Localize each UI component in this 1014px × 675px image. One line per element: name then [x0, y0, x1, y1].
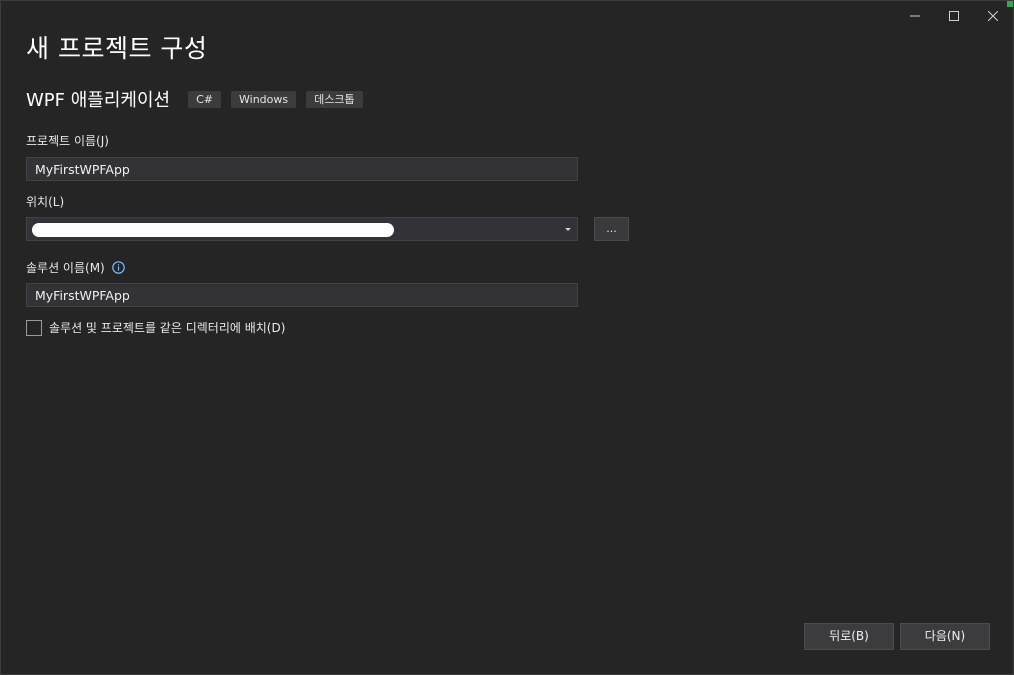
location-label-text: 위치(L)	[26, 195, 65, 209]
next-button[interactable]: 다음(N)	[900, 623, 990, 650]
location-value-redacted	[32, 223, 394, 237]
tag-project-type: 데스크톱	[306, 90, 363, 108]
same-directory-option[interactable]: 솔루션 및 프로젝트를 같은 디렉터리에 배치(D)	[26, 319, 285, 336]
solution-name-input[interactable]	[26, 283, 578, 307]
template-header: WPF 애플리케이션 C# Windows 데스크톱	[26, 87, 373, 111]
close-button[interactable]	[970, 1, 1014, 31]
same-directory-checkbox[interactable]	[26, 319, 42, 336]
location-label: 위치(L)	[26, 193, 64, 210]
solution-name-label: 솔루션 이름(M)	[26, 259, 125, 276]
tag-language: C#	[188, 90, 221, 108]
chevron-down-icon[interactable]	[565, 228, 571, 231]
configure-project-dialog: 새 프로젝트 구성 WPF 애플리케이션 C# Windows 데스크톱 프로젝…	[0, 0, 1014, 675]
back-button[interactable]: 뒤로(B)	[804, 623, 894, 650]
project-name-label: 프로젝트 이름(J)	[26, 132, 109, 149]
maximize-icon	[949, 11, 959, 21]
close-icon	[988, 11, 998, 21]
same-directory-label[interactable]: 솔루션 및 프로젝트를 같은 디렉터리에 배치(D)	[49, 319, 285, 336]
project-name-label-text: 프로젝트 이름(J)	[26, 134, 109, 148]
project-name-input[interactable]	[26, 157, 578, 181]
info-icon[interactable]	[111, 261, 125, 274]
tag-platform: Windows	[231, 90, 297, 108]
browse-location-button[interactable]: ...	[594, 217, 629, 241]
dialog-title: 새 프로젝트 구성	[26, 34, 208, 63]
minimize-icon	[910, 15, 920, 17]
template-name: WPF 애플리케이션	[26, 90, 171, 111]
solution-name-label-text: 솔루션 이름(M)	[26, 261, 105, 275]
location-combobox[interactable]	[26, 217, 578, 241]
